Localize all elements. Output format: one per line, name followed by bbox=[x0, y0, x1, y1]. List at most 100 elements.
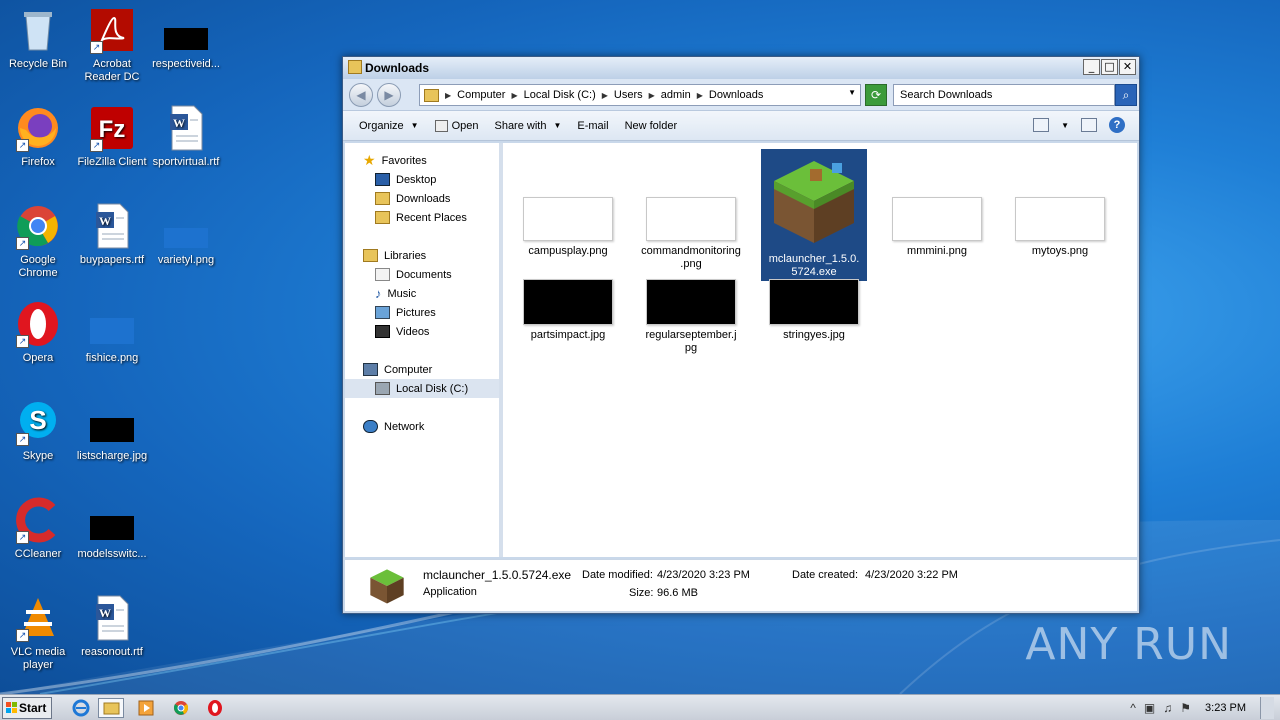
refresh-button[interactable]: ⟳ bbox=[865, 84, 887, 106]
explorer-window[interactable]: Downloads _ □ ✕ ◀ ▶ ▶ Computer ▶ Local D… bbox=[342, 56, 1140, 614]
breadcrumb-computer[interactable]: Computer bbox=[457, 89, 505, 101]
file-name-ext: 5724.exe bbox=[791, 266, 837, 278]
back-arrow-icon: ◀ bbox=[356, 88, 366, 102]
file-item-stringyes[interactable]: stringyes.jpg bbox=[761, 279, 867, 342]
nav-favorites[interactable]: ★ Favorites bbox=[345, 151, 499, 170]
computer-icon bbox=[363, 363, 378, 376]
action-center-flag-icon[interactable]: ⚑ bbox=[1180, 701, 1191, 715]
desktop-icon-acrobat[interactable]: ↗ Acrobat Reader DC bbox=[74, 6, 150, 84]
title-bar[interactable]: Downloads _ □ ✕ bbox=[343, 57, 1139, 79]
file-item-regularseptember[interactable]: regularseptember.j pg bbox=[638, 279, 744, 355]
show-desktop-button[interactable] bbox=[1260, 697, 1274, 719]
nav-libraries[interactable]: Libraries bbox=[345, 246, 499, 265]
chevron-down-icon[interactable]: ▼ bbox=[1061, 121, 1069, 130]
desktop-icon-reasonout[interactable]: W reasonout.rtf bbox=[74, 594, 150, 659]
nav-documents[interactable]: Documents bbox=[345, 265, 499, 284]
desktop-icon-ccleaner[interactable]: ↗ CCleaner bbox=[0, 496, 76, 561]
anyrun-watermark: ANY RUN bbox=[1025, 619, 1232, 670]
desktop-icon-vlc[interactable]: ↗ VLC media player bbox=[0, 594, 76, 672]
file-item-partsimpact[interactable]: partsimpact.jpg bbox=[515, 279, 621, 342]
nav-label: Network bbox=[384, 420, 425, 433]
desktop-icon-sportvirtual[interactable]: W sportvirtual.rtf bbox=[148, 104, 224, 169]
desktop-icon-listscharge[interactable]: listscharge.jpg bbox=[74, 398, 150, 463]
nav-local-disk[interactable]: Local Disk (C:) bbox=[345, 379, 499, 398]
desktop-icon-fishice[interactable]: fishice.png bbox=[74, 300, 150, 365]
email-label: E-mail bbox=[577, 119, 609, 132]
taskbar-ie[interactable] bbox=[68, 698, 94, 718]
breadcrumb-downloads[interactable]: Downloads bbox=[709, 89, 763, 101]
desktop-icon-label: listscharge.jpg bbox=[76, 450, 148, 462]
taskbar-chrome[interactable] bbox=[168, 698, 194, 718]
nav-videos[interactable]: Videos bbox=[345, 322, 499, 341]
desktop-icon-label: Acrobat Reader DC bbox=[84, 58, 140, 83]
new-folder-button[interactable]: New folder bbox=[617, 120, 686, 132]
address-dropdown-icon[interactable]: ▼ bbox=[848, 88, 856, 97]
details-modified-label: Date modified: bbox=[582, 569, 653, 581]
nav-desktop[interactable]: Desktop bbox=[345, 170, 499, 189]
start-button[interactable]: Start bbox=[2, 697, 52, 719]
search-input[interactable]: Search Downloads bbox=[893, 84, 1115, 106]
open-button[interactable]: Open bbox=[427, 119, 487, 132]
desktop-icon-firefox[interactable]: ↗ Firefox bbox=[0, 104, 76, 169]
desktop-icon-varietyl[interactable]: varietyl.png bbox=[148, 202, 224, 267]
nav-computer[interactable]: Computer bbox=[345, 360, 499, 379]
nav-network[interactable]: Network bbox=[345, 417, 499, 436]
breadcrumb-admin[interactable]: admin bbox=[661, 89, 691, 101]
nav-label: Desktop bbox=[396, 173, 437, 186]
desktop-icon-label: fishice.png bbox=[85, 352, 139, 364]
show-hidden-icons-icon[interactable]: ^ bbox=[1130, 701, 1136, 715]
nav-downloads[interactable]: Downloads bbox=[345, 189, 499, 208]
chevron-right-icon[interactable]: ▶ bbox=[697, 91, 703, 100]
desktop-icon-buypapers[interactable]: W buypapers.rtf bbox=[74, 202, 150, 267]
nav-recent-places[interactable]: Recent Places bbox=[345, 208, 499, 227]
nav-pictures[interactable]: Pictures bbox=[345, 303, 499, 322]
music-note-icon: ♪ bbox=[375, 286, 382, 301]
file-item-commandmonitoring[interactable]: commandmonitoring .png bbox=[638, 197, 744, 271]
chevron-right-icon[interactable]: ▶ bbox=[511, 91, 517, 100]
chevron-right-icon[interactable]: ▶ bbox=[602, 91, 608, 100]
help-icon[interactable]: ? bbox=[1109, 117, 1125, 133]
desktop-icon-modelsswitc[interactable]: modelsswitc... bbox=[74, 496, 150, 561]
desktop-icon-label: reasonout.rtf bbox=[81, 646, 143, 658]
network-status-icon[interactable]: ▣ bbox=[1144, 701, 1155, 715]
maximize-button[interactable]: □ bbox=[1101, 59, 1118, 75]
search-button[interactable]: ⌕ bbox=[1115, 84, 1137, 106]
email-button[interactable]: E-mail bbox=[569, 120, 616, 132]
file-item-mmmini[interactable]: mmmini.png bbox=[884, 197, 990, 258]
desktop-icon-filezilla[interactable]: Fz ↗ FileZilla Client bbox=[74, 104, 150, 169]
share-with-button[interactable]: Share with ▼ bbox=[486, 120, 569, 132]
shortcut-arrow-icon: ↗ bbox=[16, 531, 29, 544]
recent-places-icon bbox=[375, 211, 390, 224]
recycle-bin-icon bbox=[14, 6, 62, 54]
folder-icon bbox=[348, 60, 362, 74]
png-file-icon bbox=[88, 300, 136, 348]
file-item-mytoys[interactable]: mytoys.png bbox=[1007, 197, 1113, 258]
organize-button[interactable]: Organize ▼ bbox=[351, 120, 427, 132]
desktop-icon-respectiveid[interactable]: respectiveid... bbox=[148, 6, 224, 71]
taskbar-opera[interactable] bbox=[202, 698, 228, 718]
taskbar-media-player[interactable] bbox=[134, 698, 160, 718]
downloads-folder-icon bbox=[375, 192, 390, 205]
volume-icon[interactable]: ♫ bbox=[1163, 701, 1172, 715]
nav-music[interactable]: ♪ Music bbox=[345, 284, 499, 303]
nav-label: Recent Places bbox=[396, 211, 467, 224]
desktop-icon-recycle-bin[interactable]: Recycle Bin bbox=[0, 6, 76, 71]
close-button[interactable]: ✕ bbox=[1119, 59, 1136, 75]
view-options-icon[interactable] bbox=[1033, 118, 1050, 132]
minimize-button[interactable]: _ bbox=[1083, 59, 1100, 75]
file-item-campusplay[interactable]: campusplay.png bbox=[515, 197, 621, 258]
back-button[interactable]: ◀ bbox=[349, 83, 373, 107]
window-body: ★ Favorites Desktop Downloads Recent Plac… bbox=[345, 143, 1137, 557]
file-item-mclauncher[interactable]: mclauncher_1.5.0. 5724.exe bbox=[761, 149, 867, 281]
clock[interactable]: 3:23 PM bbox=[1205, 702, 1246, 714]
breadcrumb-local-disk[interactable]: Local Disk (C:) bbox=[524, 89, 596, 101]
forward-button[interactable]: ▶ bbox=[377, 83, 401, 107]
taskbar-explorer[interactable] bbox=[98, 698, 124, 718]
chevron-right-icon[interactable]: ▶ bbox=[649, 91, 655, 100]
address-bar[interactable]: ▶ Computer ▶ Local Disk (C:) ▶ Users ▶ a… bbox=[419, 84, 861, 106]
preview-pane-icon[interactable] bbox=[1081, 118, 1097, 132]
breadcrumb-users[interactable]: Users bbox=[614, 89, 643, 101]
desktop-icon-skype[interactable]: S ↗ Skype bbox=[0, 398, 76, 463]
desktop-icon-chrome[interactable]: ↗ Google Chrome bbox=[0, 202, 76, 280]
desktop-icon-opera[interactable]: ↗ Opera bbox=[0, 300, 76, 365]
